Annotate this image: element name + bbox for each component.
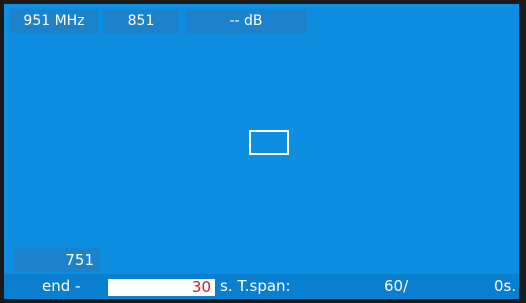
channel-bottom-readout: 751 [14, 248, 100, 272]
frequency-readout: 951 MHz [10, 9, 98, 33]
tspan-label: s. T.span: [220, 277, 291, 295]
spectrum-screen: 951 MHz 851 -- dB 751 end - 30 s. T.span… [4, 4, 519, 299]
channel-top-readout: 851 [103, 9, 179, 33]
cursor-marker[interactable] [249, 130, 289, 155]
level-readout: -- dB [185, 9, 307, 33]
tspan-value: 60/ [384, 277, 409, 295]
elapsed-time: 0s. [494, 277, 517, 295]
status-bar: end - 30 s. T.span: 60/ 0s. [4, 274, 519, 299]
end-time-input[interactable]: 30 [108, 279, 215, 296]
end-label: end - [42, 277, 81, 295]
